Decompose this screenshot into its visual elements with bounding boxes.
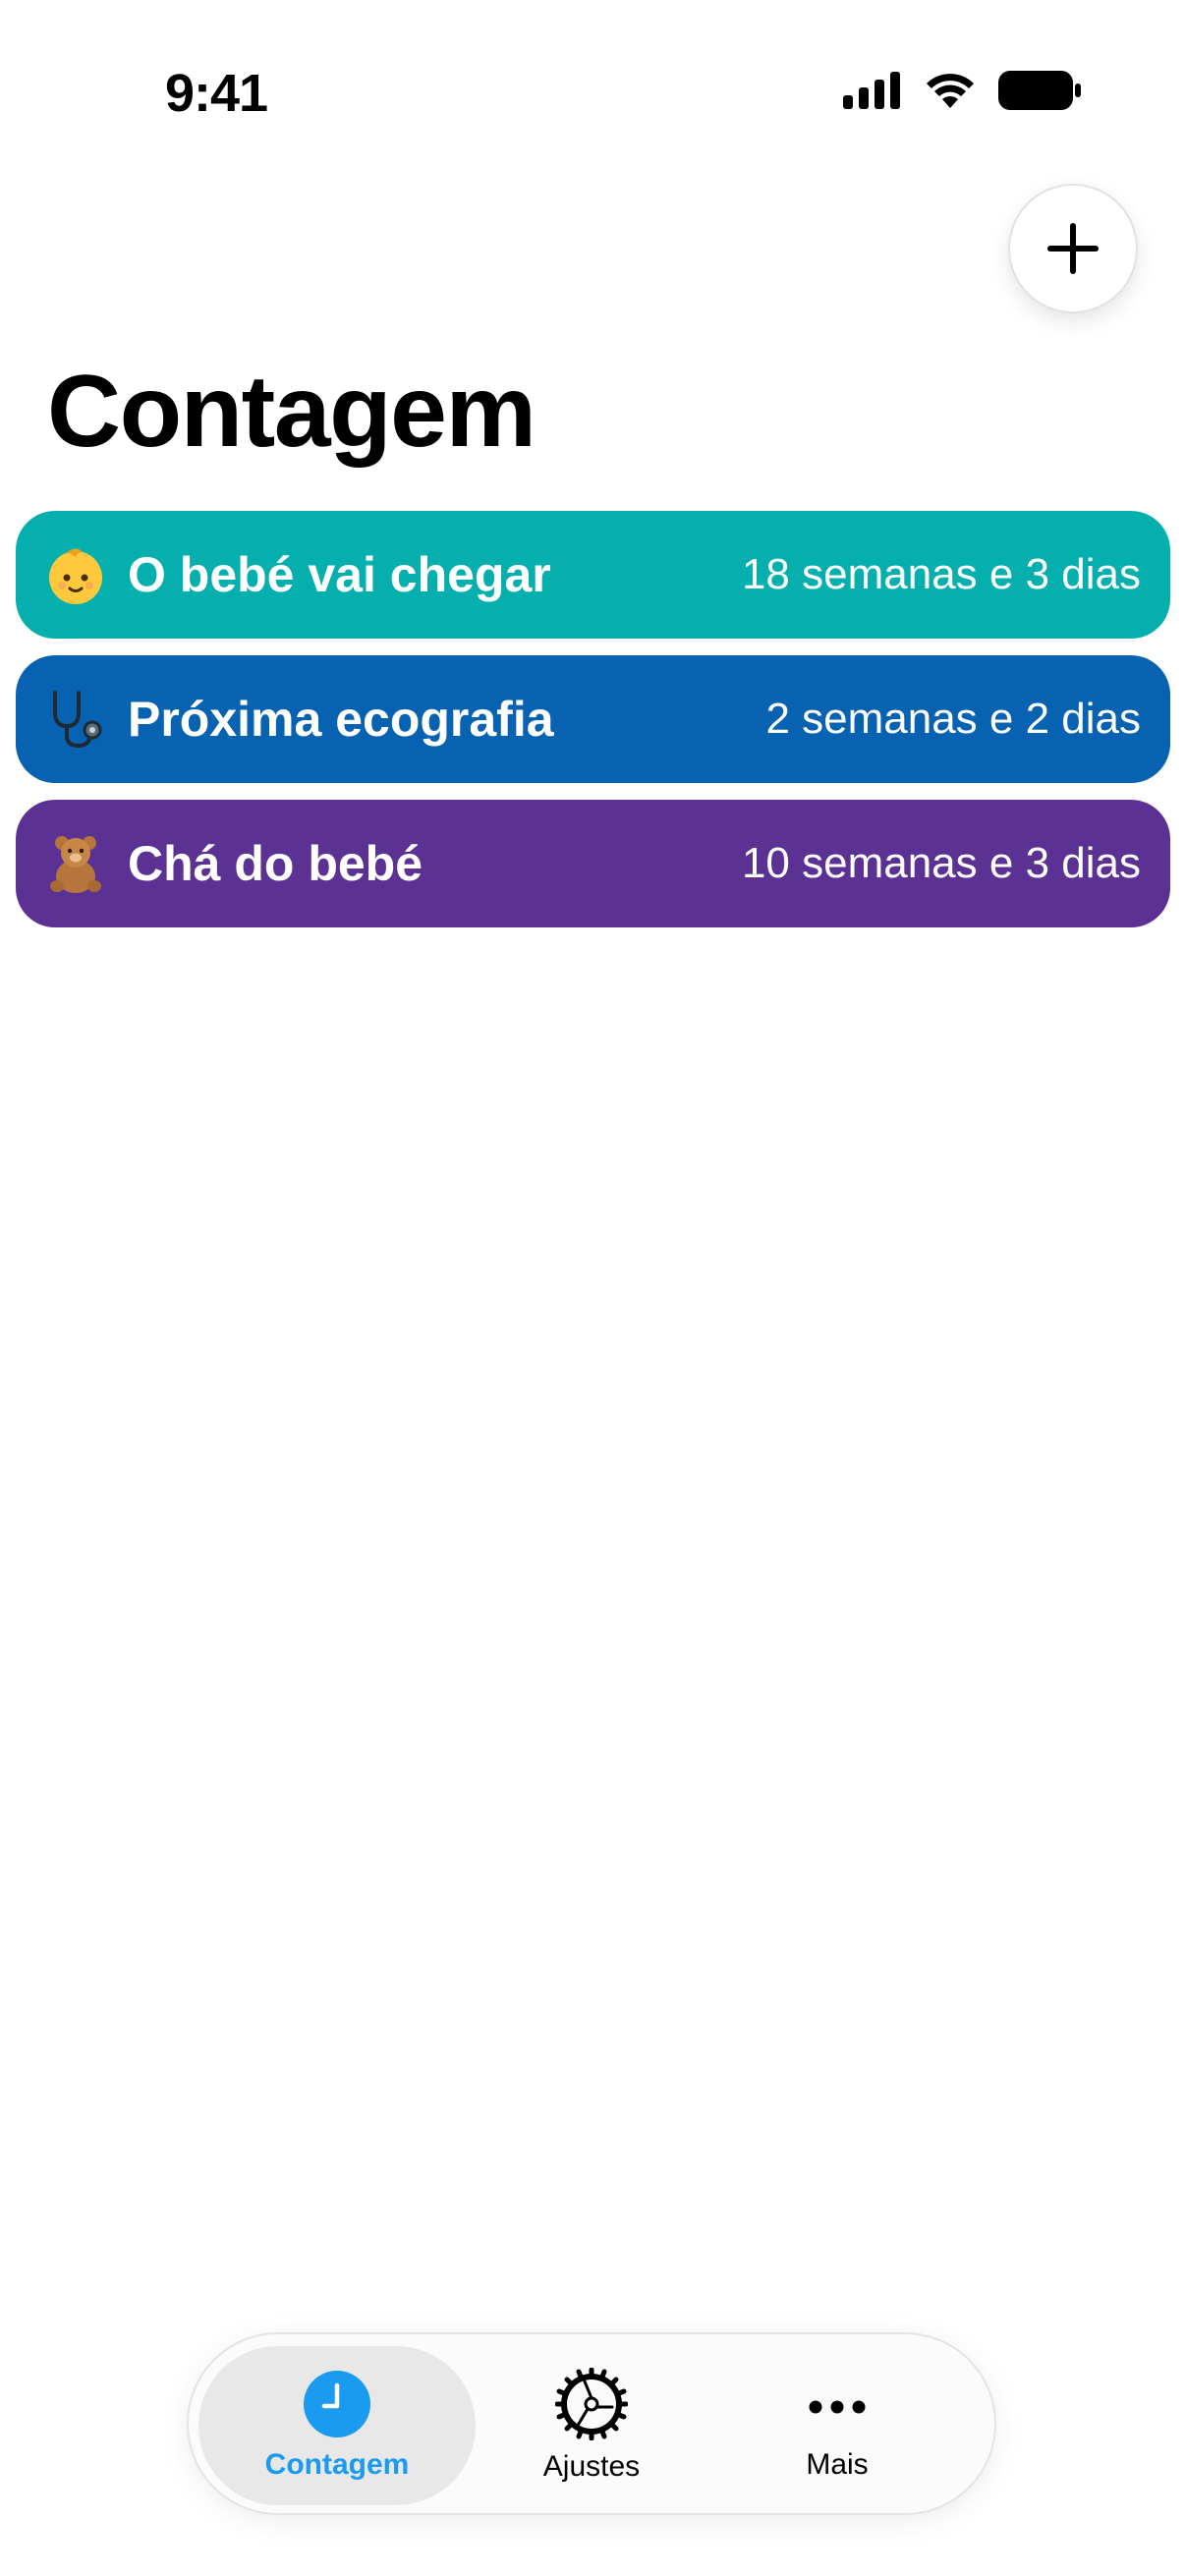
cellular-signal-icon	[843, 72, 900, 109]
battery-icon	[998, 71, 1081, 110]
tab-label: Mais	[806, 2448, 869, 2481]
status-time: 9:41	[165, 64, 268, 123]
event-time-left: 2 semanas e 2 dias	[765, 695, 1141, 743]
gear-icon	[555, 2368, 628, 2440]
status-icons	[843, 71, 1081, 110]
baby-face-icon	[43, 542, 108, 607]
clock-icon	[304, 2371, 370, 2437]
event-name: Próxima ecografia	[128, 692, 554, 747]
tab-label: Contagem	[264, 2448, 410, 2481]
event-name: O bebé vai chegar	[128, 547, 551, 602]
event-row[interactable]: Próxima ecografia 2 semanas e 2 dias	[16, 655, 1170, 783]
event-row[interactable]: O bebé vai chegar 18 semanas e 3 dias	[16, 511, 1170, 639]
tab-mais[interactable]: Mais	[739, 2346, 935, 2505]
ellipsis-icon	[809, 2400, 866, 2414]
tab-bar: Contagem Ajustes Mais	[187, 2332, 996, 2515]
tab-label: Ajustes	[542, 2450, 641, 2483]
event-list: O bebé vai chegar 18 semanas e 3 dias Pr…	[16, 511, 1170, 944]
stethoscope-icon	[43, 687, 108, 752]
event-name: Chá do bebé	[128, 836, 423, 891]
tab-contagem[interactable]: Contagem	[198, 2346, 476, 2505]
wifi-icon	[927, 74, 974, 108]
countdown-screen: 9:41 Contagem O bebé vai chegar 18 seman…	[0, 0, 1185, 2576]
event-time-left: 10 semanas e 3 dias	[741, 839, 1141, 887]
tab-ajustes[interactable]: Ajustes	[493, 2346, 690, 2505]
teddy-bear-icon	[43, 831, 108, 896]
event-time-left: 18 semanas e 3 dias	[741, 550, 1141, 598]
plus-icon	[1047, 223, 1099, 274]
page-title: Contagem	[47, 355, 536, 469]
add-event-button[interactable]	[1008, 184, 1138, 313]
event-row[interactable]: Chá do bebé 10 semanas e 3 dias	[16, 800, 1170, 927]
